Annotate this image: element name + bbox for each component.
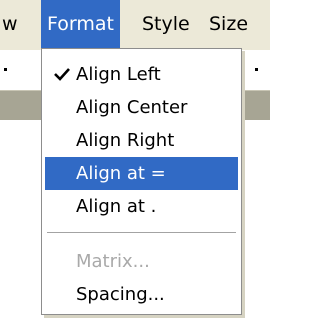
toolbar-mark-right	[255, 68, 258, 71]
menu-item-label: Spacing...	[76, 284, 165, 305]
format-menu: Align Left Align Center Align Right Alig…	[41, 48, 242, 315]
menubar-item-format[interactable]: Format	[41, 0, 120, 48]
menu-item-label: Align Right	[76, 130, 175, 151]
menu-item-label: Align Left	[76, 64, 161, 85]
menu-separator	[47, 232, 236, 234]
menubar-item-size[interactable]: Size	[209, 0, 248, 48]
menubar-item-style[interactable]: Style	[142, 0, 190, 48]
menubar-item-view[interactable]: w	[2, 0, 18, 48]
menu-item-matrix: Matrix...	[45, 245, 238, 278]
menu-item-align-at-period[interactable]: Align at .	[45, 190, 238, 223]
menu-item-align-center[interactable]: Align Center	[45, 91, 238, 124]
menu-item-align-at-equals[interactable]: Align at =	[45, 157, 238, 190]
toolbar-mark-left	[4, 68, 7, 71]
menu-item-spacing[interactable]: Spacing...	[45, 278, 238, 311]
menu-item-label: Align Center	[76, 97, 188, 118]
menu-item-align-right[interactable]: Align Right	[45, 124, 238, 157]
menu-item-label: Matrix...	[76, 251, 150, 272]
check-icon	[54, 68, 70, 81]
menu-item-label: Align at .	[76, 196, 157, 217]
menu-item-label: Align at =	[76, 163, 166, 184]
menu-bar: w Format Style Size	[0, 0, 270, 50]
menu-item-align-left[interactable]: Align Left	[45, 58, 238, 91]
